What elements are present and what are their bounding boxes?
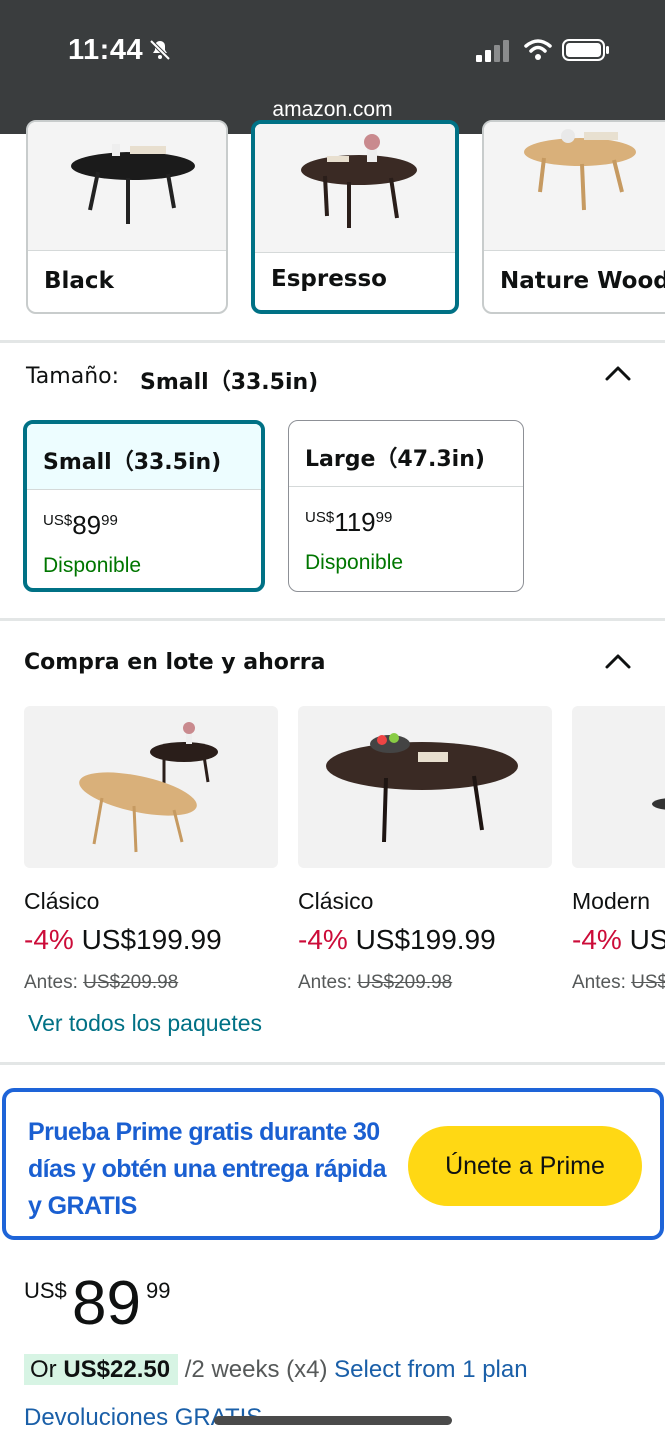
battery-icon [562, 39, 609, 61]
bundle-was-price: Antes: US$209.98 [298, 972, 453, 993]
size-option-price: US$11999 [305, 507, 393, 537]
product-thumbnail [255, 124, 455, 252]
availability-text: Disponible [43, 554, 142, 577]
price-whole: 89 [72, 1269, 141, 1338]
url-bar[interactable]: amazon.com [0, 98, 665, 122]
prime-promo-text: Prueba Prime gratis durante 30 días y ob… [28, 1118, 386, 1220]
home-indicator[interactable] [214, 1416, 452, 1425]
bundle-was-price: Antes: US$209.98 [24, 972, 179, 993]
browser-header: 11:44 amazon.com [0, 0, 665, 134]
see-all-bundles-link[interactable]: Ver todos los paquetes [28, 1010, 262, 1037]
cellular-signal-icon [476, 40, 509, 62]
bundle-card[interactable]: Modern -4% US$199.99 Antes: US$209.98 [572, 706, 665, 1006]
size-selected-value: Small（33.5in) [140, 370, 319, 395]
installment-terms: /2 weeks (x4) [184, 1356, 328, 1383]
bundle-price: -4% US$199.99 [572, 924, 665, 955]
color-label: Nature Wood [500, 268, 665, 294]
bundle-section-title: Compra en lote y ahorra [24, 650, 326, 675]
product-thumbnail [484, 122, 665, 250]
color-option-nature-wood[interactable]: Nature Wood [482, 120, 665, 314]
installment-offer: Or US$22.50 /2 weeks (x4) Select from 1 … [24, 1354, 528, 1385]
availability-text: Disponible [305, 551, 404, 574]
size-option-name: Small（33.5in) [43, 450, 222, 475]
size-option-price: US$8999 [43, 510, 118, 540]
clock: 11:44 [68, 34, 144, 66]
section-divider [0, 618, 665, 621]
product-thumbnail [28, 122, 226, 250]
bundle-image [298, 706, 552, 868]
bundle-was-price: Antes: US$209.98 [572, 972, 665, 993]
color-label: Black [44, 268, 114, 294]
color-label: Espresso [271, 266, 387, 292]
prime-banner: Prueba Prime gratis durante 30 días y ob… [2, 1088, 664, 1240]
section-divider [0, 340, 665, 343]
chevron-up-icon[interactable] [604, 652, 632, 670]
bundle-name: Modern [572, 888, 650, 914]
bell-muted-icon [149, 39, 171, 61]
bundle-card[interactable]: Clásico -4% US$199.99 Antes: US$209.98 [24, 706, 278, 993]
color-option-espresso[interactable]: Espresso [251, 120, 459, 314]
section-divider [0, 1062, 665, 1065]
bundle-price: -4% US$199.99 [298, 924, 496, 955]
bundle-name: Clásico [24, 888, 100, 914]
installment-highlight: Or US$22.50 [24, 1354, 179, 1385]
chevron-up-icon[interactable] [604, 364, 632, 382]
size-label: Tamaño: [26, 364, 120, 389]
price-currency: US$ [24, 1278, 67, 1303]
price-fraction: 99 [146, 1278, 171, 1303]
wifi-icon [524, 39, 552, 60]
join-prime-button[interactable]: Únete a Prime [408, 1126, 642, 1206]
bundle-image [572, 706, 665, 868]
size-option-name: Large（47.3in) [305, 447, 485, 472]
bundle-image [24, 706, 278, 868]
bundle-card[interactable]: Clásico -4% US$199.99 Antes: US$209.98 [298, 706, 552, 993]
size-option-small[interactable]: Small（33.5in) US$8999 Disponible [23, 420, 265, 592]
bundle-name: Clásico [298, 888, 374, 914]
color-option-black[interactable]: Black [26, 120, 228, 314]
select-plan-link[interactable]: Select from 1 plan [334, 1356, 527, 1383]
bundle-price: -4% US$199.99 [24, 924, 222, 955]
size-option-large[interactable]: Large（47.3in) US$11999 Disponible [288, 420, 524, 592]
